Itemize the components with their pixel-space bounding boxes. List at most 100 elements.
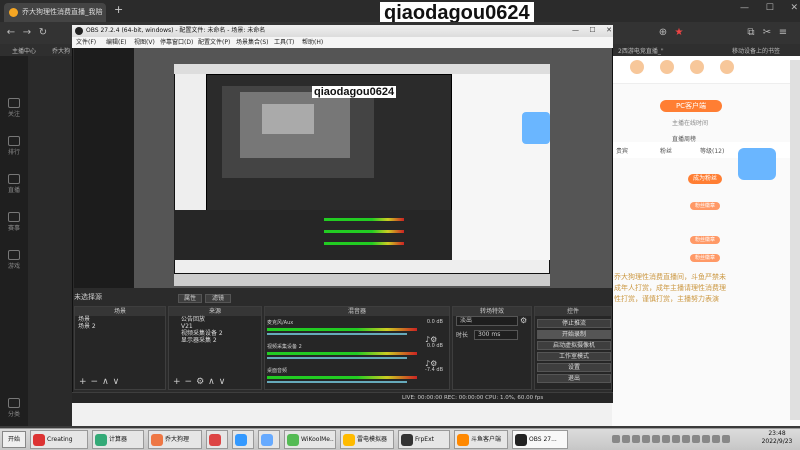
bookmark-item[interactable]: 主播中心 — [12, 46, 36, 55]
nav-item-game[interactable]: 游戏 — [2, 248, 26, 272]
taskbar-clock[interactable]: 23:48 2022/9/23 — [756, 430, 798, 446]
audio-meter — [267, 376, 417, 379]
taskbar-item[interactable]: FrpExt — [398, 430, 450, 449]
filters-button[interactable]: 滤镜 — [205, 294, 231, 303]
pc-client-button[interactable]: PC客户端 — [660, 100, 722, 112]
maximize-button[interactable]: ☐ — [766, 3, 774, 19]
virtual-camera-button[interactable]: 启动虚拟摄像机 — [537, 341, 611, 350]
menu-docks[interactable]: 停靠窗口(D) — [160, 37, 193, 48]
tab-weekly[interactable]: 直播周榜 — [672, 134, 696, 143]
zoom-icon[interactable]: ⊕ — [656, 26, 670, 40]
obs-menu-bar: 文件(F) 编辑(E) 视图(V) 停靠窗口(D) 配置文件(P) 场景集合(S… — [72, 37, 613, 48]
nav-item-follow[interactable]: 关注 — [2, 96, 26, 120]
menu-scene-collection[interactable]: 场景集合(S) — [236, 37, 269, 48]
taskbar-item[interactable] — [232, 430, 254, 449]
nested-capture-title — [174, 64, 550, 74]
tab-vip[interactable]: 贵宾 — [616, 146, 628, 155]
taskbar-item[interactable]: 乔大狗理 — [148, 430, 202, 449]
menu-icon[interactable]: ≡ — [776, 26, 790, 40]
menu-profile[interactable]: 配置文件(P) — [198, 37, 230, 48]
transition-gear-icon[interactable]: ⚙ — [520, 316, 527, 325]
obs-minimize-button[interactable]: — — [572, 26, 579, 36]
avatar-icon[interactable] — [630, 60, 644, 74]
volume-slider[interactable] — [267, 357, 407, 359]
settings-button[interactable]: 设置 — [537, 363, 611, 372]
taskbar-item[interactable]: 斗鱼客户端 — [454, 430, 508, 449]
exit-button[interactable]: 退出 — [537, 374, 611, 383]
shop-icon[interactable] — [720, 60, 734, 74]
gift-icon[interactable] — [690, 60, 704, 74]
speaker-icon[interactable]: ♪⚙ — [425, 335, 437, 344]
scene-item[interactable]: 场景 2 — [75, 323, 165, 330]
forward-arrow-icon[interactable]: → — [20, 26, 34, 40]
taskbar-item[interactable] — [206, 430, 228, 449]
tray-icon[interactable] — [632, 435, 640, 443]
menu-view[interactable]: 视图(V) — [134, 37, 155, 48]
menu-file[interactable]: 文件(F) — [76, 37, 96, 48]
tab-fans[interactable]: 粉丝 — [660, 146, 672, 155]
obs-close-button[interactable]: ✕ — [606, 26, 612, 36]
page-scrollbar[interactable] — [790, 60, 800, 420]
tray-icon[interactable] — [702, 435, 710, 443]
source-item[interactable]: 显示器采集 2 — [169, 337, 261, 344]
menu-help[interactable]: 帮助(H) — [302, 37, 323, 48]
source-item[interactable]: 视频采集设备 2 — [169, 330, 261, 337]
minimize-button[interactable]: — — [740, 3, 749, 19]
start-button[interactable]: 开始 — [2, 431, 26, 448]
tray-icon[interactable] — [642, 435, 650, 443]
bookmark-item[interactable]: 乔大狗 — [52, 46, 70, 55]
tray-icon[interactable] — [662, 435, 670, 443]
taskbar-item[interactable]: 雷电模拟器 — [340, 430, 394, 449]
favorite-star-icon[interactable]: ★ — [672, 26, 686, 40]
taskbar-item[interactable]: WiKoolMe.. — [284, 430, 336, 449]
taskbar-item[interactable] — [258, 430, 280, 449]
stop-streaming-button[interactable]: 停止推流 — [537, 319, 611, 328]
refresh-icon[interactable]: ↻ — [36, 26, 50, 40]
start-recording-button[interactable]: 开始录制 — [537, 330, 611, 339]
follow-icon — [8, 98, 20, 108]
browser-tab[interactable]: 乔大狗理性消费直播_我陪卡丁 — [4, 3, 106, 35]
bookmark-item[interactable]: 移动设备上的书签 — [732, 46, 780, 55]
source-toolbar[interactable]: +−⚙∧∨ — [173, 377, 229, 387]
scene-toolbar[interactable]: +−∧∨ — [79, 377, 123, 387]
become-fan-button[interactable]: 成为粉丝 — [688, 174, 722, 184]
app-icon — [261, 434, 273, 446]
speaker-icon[interactable]: ♪⚙ — [425, 359, 437, 368]
nav-item-live[interactable]: 直播 — [2, 172, 26, 196]
tray-icon[interactable] — [672, 435, 680, 443]
tab-level[interactable]: 等级(12) — [700, 146, 724, 155]
back-arrow-icon[interactable]: ← — [4, 26, 18, 40]
tray-icon[interactable] — [652, 435, 660, 443]
nav-item-match[interactable]: 赛事 — [2, 210, 26, 234]
studio-mode-button[interactable]: 工作室模式 — [537, 352, 611, 361]
taskbar-item[interactable]: Creating — [30, 430, 88, 449]
menu-edit[interactable]: 编辑(E) — [106, 37, 126, 48]
transition-select[interactable]: 淡出 — [456, 316, 518, 326]
close-button[interactable]: ✕ — [790, 3, 798, 19]
taskbar-item[interactable]: OBS 27... — [512, 430, 568, 449]
source-item[interactable]: V21 — [169, 323, 261, 330]
source-item[interactable]: 公告回放 — [169, 316, 261, 323]
menu-tools[interactable]: 工具(T) — [274, 37, 294, 48]
tray-icon[interactable] — [722, 435, 730, 443]
tray-icon[interactable] — [712, 435, 720, 443]
volume-slider[interactable] — [267, 333, 407, 335]
transitions-title: 转场特效 — [453, 307, 531, 316]
scene-item[interactable]: 场景 — [75, 316, 165, 323]
tray-icon[interactable] — [682, 435, 690, 443]
tray-icon[interactable] — [692, 435, 700, 443]
duration-input[interactable]: 300 ms — [474, 330, 518, 340]
obs-maximize-button[interactable]: ☐ — [589, 26, 595, 36]
taskbar-item[interactable]: 计算器 — [92, 430, 144, 449]
volume-slider[interactable] — [267, 381, 407, 383]
nav-item-category[interactable]: 分类 — [2, 396, 26, 420]
new-tab-button[interactable]: + — [114, 3, 123, 16]
nav-item-rank[interactable]: 排行 — [2, 134, 26, 158]
properties-button[interactable]: 属性 — [178, 294, 202, 303]
screenshot-icon[interactable]: ✂ — [760, 26, 774, 40]
extensions-icon[interactable]: ⧉ — [744, 26, 758, 40]
task-icon[interactable] — [660, 60, 674, 74]
tray-icon[interactable] — [622, 435, 630, 443]
tray-icon[interactable] — [612, 435, 620, 443]
bookmark-item[interactable]: 2西游电竞直播_" — [618, 46, 664, 55]
